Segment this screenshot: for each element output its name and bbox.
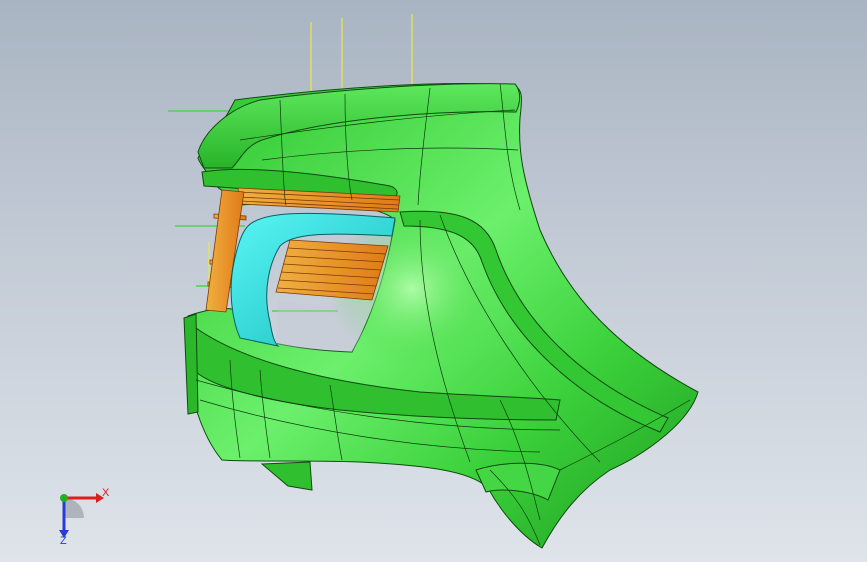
y-axis-origin: [60, 494, 68, 502]
grille-lower[interactable]: [275, 239, 389, 301]
bumper-end-cap[interactable]: [183, 313, 199, 415]
graphics-viewport[interactable]: X Z: [0, 0, 867, 562]
mount-bracket[interactable]: [260, 461, 313, 491]
bumper-3d-model[interactable]: [0, 0, 867, 562]
coordinate-triad: X Z: [44, 478, 114, 548]
x-axis-label: X: [102, 487, 110, 499]
z-axis-label: Z: [60, 535, 67, 547]
triad-shadow: [64, 498, 84, 518]
